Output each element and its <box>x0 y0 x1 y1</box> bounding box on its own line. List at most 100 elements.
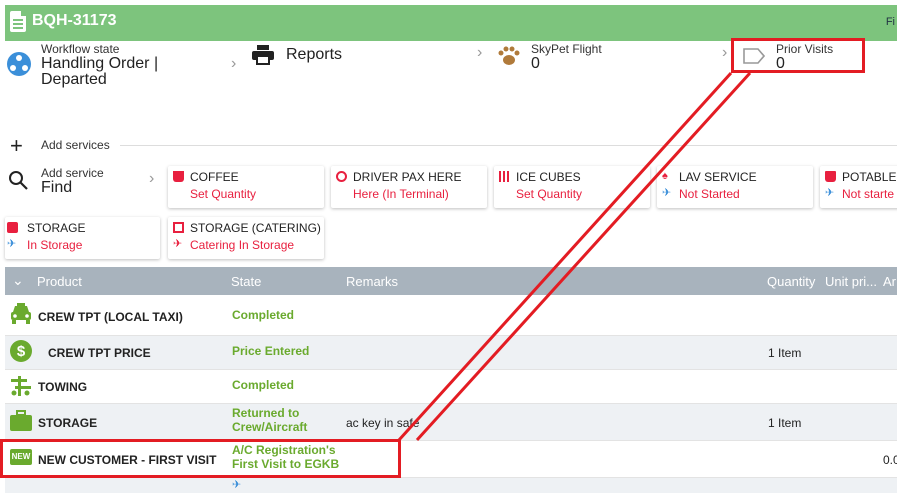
service-state: Set Quantity <box>190 187 257 201</box>
service-card-driver-pax-here[interactable]: DRIVER PAX HERE Here (In Terminal) <box>331 166 487 208</box>
flight-icon: ✈ <box>232 479 242 491</box>
row-state-line: Returned to <box>232 406 300 420</box>
product-name: CREW TPT PRICE <box>48 346 151 360</box>
prior-visits[interactable]: Prior Visits 0 <box>776 42 833 92</box>
row-remarks: ac key in safe <box>346 416 420 430</box>
add-service-find[interactable]: Add service Find <box>41 166 104 216</box>
tag-icon <box>743 48 765 64</box>
flight-icon: ✈ <box>173 238 183 250</box>
service-state: Set Quantity <box>516 187 583 201</box>
row-state: Returned to Crew/Aircraft <box>232 406 307 434</box>
reports-button[interactable]: Reports <box>252 44 372 68</box>
grid-icon <box>499 171 510 182</box>
coffee-icon <box>173 171 184 182</box>
table-row[interactable]: TOWING Completed <box>5 370 897 404</box>
order-header: BQH-31173 Fi <box>5 5 897 41</box>
chevron-right-icon: › <box>477 44 483 61</box>
row-amount: 0.0 <box>883 453 897 467</box>
cup-icon <box>825 171 836 182</box>
taxi-icon <box>11 303 31 324</box>
table-header: ⌄ Product State Remarks Quantity Unit pr… <box>5 267 897 295</box>
col-remarks[interactable]: Remarks <box>346 274 398 289</box>
service-name: DRIVER PAX HERE <box>353 170 462 184</box>
service-name: COFFEE <box>190 170 239 184</box>
service-state: Here (In Terminal) <box>353 187 449 201</box>
row-state: A/C Registration's First Visit to EGKB <box>232 443 339 471</box>
product-name: NEW CUSTOMER - FIRST VISIT <box>38 453 217 467</box>
service-state: In Storage <box>27 238 83 252</box>
skypet-value: 0 <box>531 55 540 72</box>
product-name: CREW TPT (LOCAL TAXI) <box>38 310 183 324</box>
row-quantity: 1 Item <box>768 346 802 360</box>
workflow-state-value-2: Departed <box>41 71 107 88</box>
row-quantity: 1 Item <box>768 416 802 430</box>
service-state: Not starte <box>842 187 895 201</box>
workflow-state-label: Workflow state <box>41 42 120 56</box>
col-amount[interactable]: Ar <box>883 274 896 289</box>
reports-label: Reports <box>286 46 343 63</box>
service-card-lav-service[interactable]: ♠ ✈ LAV SERVICE Not Started <box>657 166 813 208</box>
svg-text:$: $ <box>17 343 26 360</box>
row-state: Completed <box>232 378 295 392</box>
storage-icon <box>173 222 184 233</box>
paw-icon <box>498 46 520 65</box>
product-name: TOWING <box>38 380 88 394</box>
new-badge-icon: NEW <box>10 449 32 465</box>
restroom-icon: ♠ <box>662 170 668 182</box>
service-card-storage[interactable]: ✈ STORAGE In Storage <box>5 217 160 259</box>
workflow-state[interactable]: Workflow state Handling Order | Departed <box>41 42 158 92</box>
skypet-label: SkyPet Flight <box>531 42 602 56</box>
prior-visits-label: Prior Visits <box>776 42 834 56</box>
service-card-coffee[interactable]: COFFEE Set Quantity <box>168 166 324 208</box>
table-row[interactable]: CREW TPT (LOCAL TAXI) Completed <box>5 296 897 336</box>
add-services-label: Add services <box>41 138 110 152</box>
row-state-line: A/C Registration's <box>232 443 336 457</box>
plus-icon[interactable]: + <box>10 135 23 157</box>
chevron-right-icon: › <box>149 170 155 187</box>
workflow-state-value-1: Handling Order | <box>41 55 159 72</box>
service-card-storage-catering[interactable]: ✈ STORAGE (CATERING) Catering In Storage <box>168 217 324 259</box>
col-quantity[interactable]: Quantity <box>767 274 815 289</box>
service-name: ICE CUBES <box>516 170 581 184</box>
face-icon <box>336 171 347 182</box>
table-row[interactable]: STORAGE Returned to Crew/Aircraft ac key… <box>5 404 897 441</box>
table-row[interactable]: $ CREW TPT PRICE Price Entered 1 Item <box>5 336 897 370</box>
service-name: POTABLE <box>842 170 897 184</box>
briefcase-icon <box>7 222 18 233</box>
product-name: STORAGE <box>38 416 98 430</box>
flight-icon: ✈ <box>825 187 835 199</box>
search-icon[interactable] <box>8 170 28 190</box>
add-service-find-value: Find <box>41 179 73 196</box>
col-unit-price[interactable]: Unit pri... <box>825 274 877 289</box>
header-right-text: Fi <box>885 16 895 28</box>
row-state: Price Entered <box>232 344 310 358</box>
service-state: Catering In Storage <box>190 238 295 252</box>
service-name: LAV SERVICE <box>679 170 757 184</box>
row-state-line: Crew/Aircraft <box>232 420 308 434</box>
table-row[interactable]: NEW NEW CUSTOMER - FIRST VISIT A/C Regis… <box>5 441 897 478</box>
chevron-right-icon: › <box>231 55 237 72</box>
order-title: BQH-31173 <box>32 12 117 29</box>
document-icon <box>10 11 26 32</box>
printer-icon <box>252 45 274 65</box>
service-name: STORAGE <box>27 221 86 235</box>
flight-icon: ✈ <box>662 187 672 199</box>
towing-icon <box>11 376 31 396</box>
row-state: Completed <box>232 308 295 322</box>
workflow-icon <box>7 52 31 76</box>
col-state[interactable]: State <box>231 274 261 289</box>
service-card-potable[interactable]: ✈ POTABLE Not starte <box>820 166 897 208</box>
collapse-chevron-icon[interactable]: ⌄ <box>12 272 24 289</box>
prior-visits-value: 0 <box>776 55 785 72</box>
table-row[interactable]: ✈ <box>5 478 897 493</box>
service-card-ice-cubes[interactable]: ICE CUBES Set Quantity <box>494 166 650 208</box>
divider <box>120 145 897 146</box>
flight-icon: ✈ <box>7 238 17 250</box>
briefcase-icon <box>10 410 32 431</box>
row-state-line: First Visit to EGKB <box>232 457 340 471</box>
skypet-flight[interactable]: SkyPet Flight 0 <box>531 42 602 92</box>
service-state: Not Started <box>679 187 740 201</box>
add-service-label: Add service <box>41 166 104 180</box>
col-product[interactable]: Product <box>37 274 82 289</box>
dollar-icon: $ <box>10 340 32 362</box>
